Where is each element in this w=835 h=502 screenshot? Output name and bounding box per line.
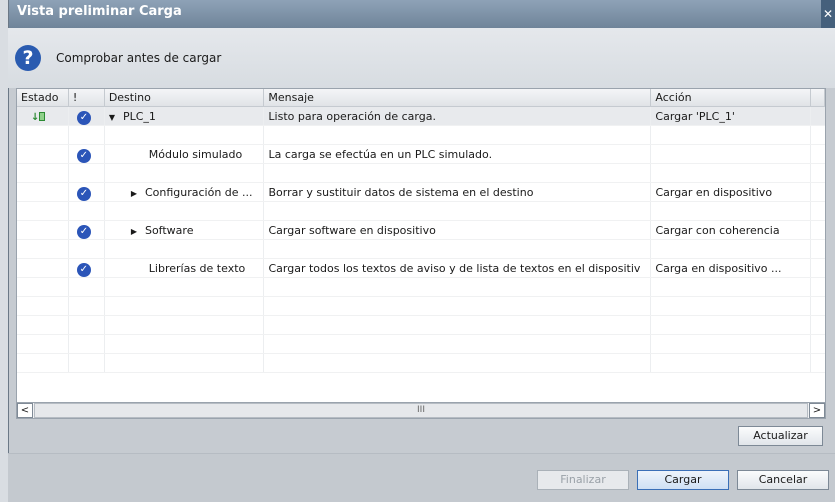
horizontal-scrollbar[interactable]: < III >	[16, 402, 826, 419]
row-accion[interactable]: Cargar en dispositivo	[651, 183, 812, 201]
row-destino: PLC_1	[122, 110, 156, 123]
table-row[interactable]: ✓ Módulo simulado La carga se efectúa en…	[17, 145, 825, 164]
row-mensaje: Cargar software en dispositivo	[264, 221, 652, 239]
table-row[interactable]: ✓ ▶ Configuración de ... Borrar y sustitu…	[17, 183, 825, 202]
expand-right-icon[interactable]: ▶	[131, 227, 137, 236]
check-icon: ✓	[76, 149, 91, 163]
finalizar-button[interactable]: Finalizar	[537, 470, 629, 490]
dialog-title: Vista preliminar Carga	[17, 4, 182, 19]
column-accion[interactable]: Acción	[651, 89, 811, 106]
header-title: Comprobar antes de cargar	[56, 51, 222, 65]
expand-down-icon[interactable]: ▼	[109, 113, 115, 122]
row-accion[interactable]: Cargar con coherencia	[651, 221, 812, 239]
row-destino: Configuración de ...	[144, 186, 253, 199]
table-row[interactable]: ✓ ▶ Software Cargar software en dispositi…	[17, 221, 825, 240]
cargar-button[interactable]: Cargar	[637, 470, 729, 490]
dialog-titlebar: Vista preliminar Carga ✕	[9, 0, 835, 28]
expand-right-icon[interactable]: ▶	[131, 189, 137, 198]
column-warning[interactable]: !	[69, 89, 105, 106]
row-destino: Módulo simulado	[105, 145, 265, 163]
column-mensaje[interactable]: Mensaje	[264, 89, 652, 106]
row-accion[interactable]: Carga en dispositivo ...	[651, 259, 811, 277]
column-estado[interactable]: Estado	[17, 89, 69, 106]
scroll-left-icon[interactable]: <	[17, 403, 33, 418]
scrollbar-thumb[interactable]: III	[34, 403, 808, 418]
cancelar-button[interactable]: Cancelar	[737, 470, 829, 490]
table-header: Estado ! Destino Mensaje Acción	[17, 89, 825, 107]
table-row[interactable]: ✓ Librerías de texto Cargar todos los te…	[17, 259, 825, 278]
actualizar-button[interactable]: Actualizar	[738, 426, 823, 446]
column-destino[interactable]: Destino	[105, 89, 265, 106]
check-icon: ✓	[76, 111, 91, 125]
check-icon: ✓	[76, 187, 91, 201]
load-preview-table: Estado ! Destino Mensaje Acción ↓ ✓ ▼ PLC…	[16, 88, 826, 403]
row-destino: Software	[144, 224, 194, 237]
question-icon: ?	[15, 45, 41, 71]
row-mensaje: Borrar y sustituir datos de sistema en e…	[264, 183, 652, 201]
row-accion	[651, 145, 811, 163]
row-destino: Librerías de texto	[105, 259, 265, 277]
check-icon: ✓	[76, 263, 91, 277]
check-icon: ✓	[76, 225, 91, 239]
row-mensaje: Listo para operación de carga.	[264, 107, 652, 125]
close-icon[interactable]: ✕	[821, 0, 835, 28]
download-status-icon: ↓	[31, 112, 40, 123]
row-accion[interactable]: Cargar 'PLC_1'	[651, 107, 811, 125]
table-row[interactable]: ↓ ✓ ▼ PLC_1 Listo para operación de carga…	[17, 107, 825, 126]
row-mensaje: La carga se efectúa en un PLC simulado.	[264, 145, 652, 163]
scroll-right-icon[interactable]: >	[809, 403, 825, 418]
row-mensaje: Cargar todos los textos de aviso y de li…	[264, 259, 652, 277]
